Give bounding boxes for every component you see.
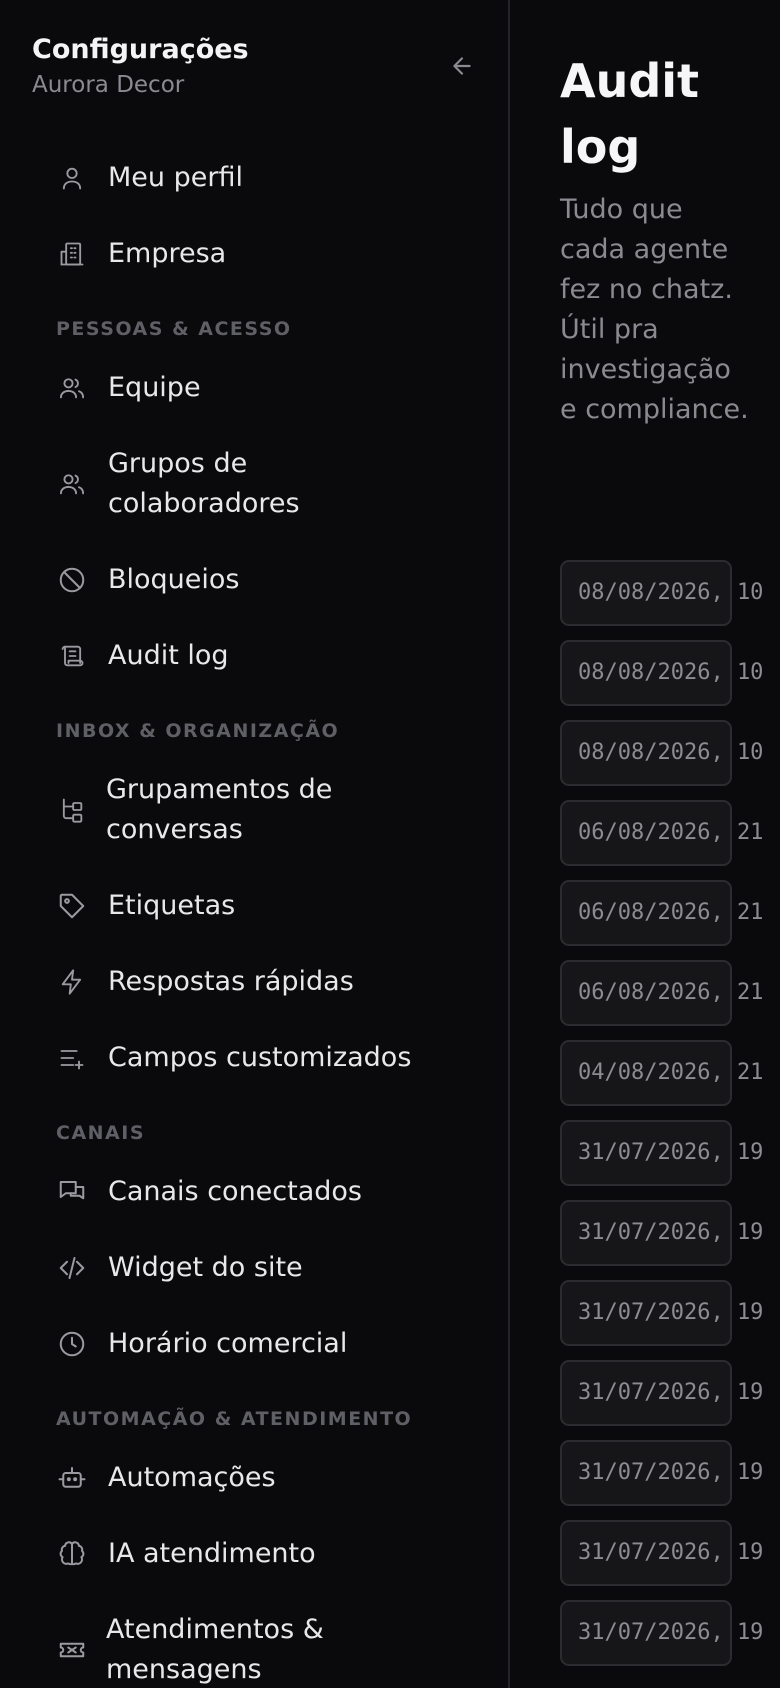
page-description: Tudo que cada agente fez no chatz. Útil … (560, 194, 749, 425)
arrow-left-icon (453, 57, 471, 75)
sidebar-item-label: IA atendimento (108, 1538, 316, 1569)
log-timestamp: 31/07/2026, 19 (578, 1540, 764, 1565)
user-group-icon (56, 468, 88, 500)
sidebar-item-label: Atendimentos & mensagens (106, 1614, 324, 1685)
sidebar-item-label: Widget do site (108, 1252, 303, 1283)
page-title: Audit log (560, 54, 700, 174)
log-timestamp: 31/07/2026, 19 (578, 1220, 764, 1245)
sidebar-item-label: Automações (108, 1462, 276, 1493)
user-icon (56, 162, 88, 194)
log-entry[interactable]: 06/08/2026, 21 (560, 880, 780, 948)
audit-log-panel: Audit log Tudo que cada agente fez no ch… (512, 0, 780, 1688)
sidebar-item-grupos-colaboradores[interactable]: Grupos de colaboradores (56, 444, 456, 524)
settings-sidebar: Configurações Aurora Decor Meu perfil Em… (0, 0, 510, 1688)
section-inbox-organizacao: INBOX & ORGANIZAÇÃO (56, 720, 340, 742)
sidebar-item-label: Grupamentos de conversas (106, 774, 333, 845)
sidebar-item-label: Meu perfil (108, 162, 243, 193)
workspace-name: Aurora Decor (32, 72, 185, 98)
hierarchy-icon (56, 794, 88, 826)
sidebar-item-label: Equipe (108, 372, 201, 403)
collapse-sidebar-button[interactable] (446, 50, 478, 82)
sidebar-item-meu-perfil[interactable]: Meu perfil (56, 158, 456, 198)
log-entry[interactable]: 06/08/2026, 21 (560, 800, 780, 868)
scroll-icon (56, 640, 88, 672)
log-timestamp: 06/08/2026, 21 (578, 900, 764, 925)
log-entry[interactable]: 31/07/2026, 19 (560, 1120, 780, 1188)
section-pessoas-acesso: PESSOAS & ACESSO (56, 318, 292, 340)
ban-icon (56, 564, 88, 596)
log-timestamp: 06/08/2026, 21 (578, 980, 764, 1005)
sidebar-item-canais-conectados[interactable]: Canais conectados (56, 1172, 456, 1212)
robot-icon (56, 1462, 88, 1494)
code-icon (56, 1252, 88, 1284)
lightning-icon (56, 966, 88, 998)
brain-icon (56, 1538, 88, 1570)
clock-icon (56, 1328, 88, 1360)
log-entry[interactable]: 08/08/2026, 10 (560, 560, 780, 628)
sidebar-item-bloqueios[interactable]: Bloqueios (56, 560, 456, 600)
sidebar-item-label: Bloqueios (108, 564, 240, 595)
sidebar-item-label: Etiquetas (108, 890, 236, 921)
log-timestamp: 31/07/2026, 19 (578, 1300, 764, 1325)
log-timestamp: 08/08/2026, 10 (578, 740, 764, 765)
section-canais: CANAIS (56, 1122, 146, 1144)
sidebar-item-ia-atendimento[interactable]: IA atendimento (56, 1534, 456, 1574)
log-entry[interactable]: 31/07/2026, 19 (560, 1280, 780, 1348)
log-entry[interactable]: 31/07/2026, 19 (560, 1440, 780, 1508)
sidebar-item-automacoes[interactable]: Automações (56, 1458, 456, 1498)
building-icon (56, 238, 88, 270)
log-entry[interactable]: 08/08/2026, 10 (560, 720, 780, 788)
ticket-icon (56, 1634, 88, 1666)
log-entry[interactable]: 31/07/2026, 19 (560, 1520, 780, 1588)
sidebar-title: Configurações (32, 34, 249, 65)
sidebar-item-empresa[interactable]: Empresa (56, 234, 456, 274)
sidebar-item-label: Respostas rápidas (108, 966, 354, 997)
chat-bubbles-icon (56, 1176, 88, 1208)
log-entry[interactable]: 31/07/2026, 19 (560, 1360, 780, 1428)
sidebar-item-campos-customizados[interactable]: Campos customizados (56, 1038, 456, 1078)
sidebar-header: Configurações Aurora Decor (32, 30, 482, 100)
log-timestamp: 06/08/2026, 21 (578, 820, 764, 845)
log-timestamp: 31/07/2026, 19 (578, 1620, 764, 1645)
list-plus-icon (56, 1042, 88, 1074)
users-icon (56, 372, 88, 404)
sidebar-item-label: Campos customizados (108, 1042, 412, 1073)
sidebar-item-label: Grupos de colaboradores (108, 448, 300, 519)
sidebar-item-label: Empresa (108, 238, 227, 269)
sidebar-item-widget-site[interactable]: Widget do site (56, 1248, 456, 1288)
sidebar-item-horario-comercial[interactable]: Horário comercial (56, 1324, 456, 1364)
log-timestamp: 31/07/2026, 19 (578, 1140, 764, 1165)
tag-icon (56, 890, 88, 922)
sidebar-item-label: Audit log (108, 640, 229, 671)
log-timestamp: 08/08/2026, 10 (578, 660, 764, 685)
sidebar-item-audit-log[interactable]: Audit log (56, 636, 456, 676)
log-entry[interactable]: 08/08/2026, 10 (560, 640, 780, 708)
log-timestamp: 31/07/2026, 19 (578, 1460, 764, 1485)
log-entry[interactable]: 31/07/2026, 19 (560, 1600, 780, 1668)
log-entry[interactable]: 31/07/2026, 19 (560, 1200, 780, 1268)
sidebar-item-label: Canais conectados (108, 1176, 362, 1207)
log-timestamp: 31/07/2026, 19 (578, 1380, 764, 1405)
sidebar-item-grupamentos-conversas[interactable]: Grupamentos de conversas (56, 770, 456, 850)
sidebar-item-atendimentos-mensagens[interactable]: Atendimentos & mensagens (56, 1610, 456, 1688)
sidebar-item-label: Horário comercial (108, 1328, 348, 1359)
sidebar-item-respostas-rapidas[interactable]: Respostas rápidas (56, 962, 456, 1002)
log-timestamp: 08/08/2026, 10 (578, 580, 764, 605)
sidebar-item-equipe[interactable]: Equipe (56, 368, 456, 408)
log-entry[interactable]: 04/08/2026, 21 (560, 1040, 780, 1108)
log-entry[interactable]: 06/08/2026, 21 (560, 960, 780, 1028)
log-timestamp: 04/08/2026, 21 (578, 1060, 764, 1085)
section-automacao-atendimento: AUTOMAÇÃO & ATENDIMENTO (56, 1408, 413, 1430)
sidebar-item-etiquetas[interactable]: Etiquetas (56, 886, 456, 926)
